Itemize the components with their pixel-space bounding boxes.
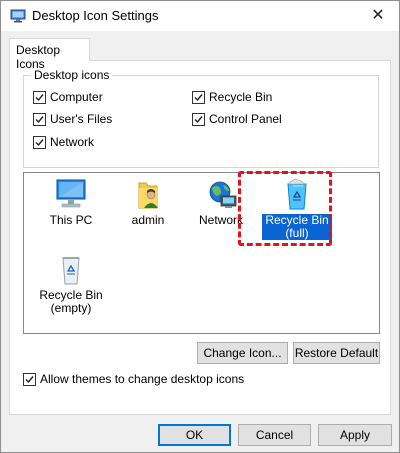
checkmark-icon xyxy=(194,93,203,101)
checkbox-control-panel[interactable]: Control Panel xyxy=(192,111,282,127)
checkbox-users-files[interactable]: User's Files xyxy=(33,111,112,127)
icon-label: This PC xyxy=(49,213,93,227)
checkmark-icon xyxy=(35,138,44,146)
user-folder-icon xyxy=(138,182,158,209)
tab-panel: Desktop icons Computer Recycle Bin User'… xyxy=(9,60,391,415)
tab-desktop-icons[interactable]: Desktop Icons xyxy=(9,38,90,71)
window-title: Desktop Icon Settings xyxy=(32,8,159,23)
checkmark-icon xyxy=(25,375,34,383)
apply-button[interactable]: Apply xyxy=(318,424,392,446)
checkbox-label: Recycle Bin xyxy=(209,90,273,104)
checkbox-network[interactable]: Network xyxy=(33,134,94,150)
checkbox-box[interactable] xyxy=(33,135,46,149)
checkbox-label: Computer xyxy=(50,90,103,104)
icon-label: Recycle Bin (empty) xyxy=(31,289,111,315)
checkbox-label: User's Files xyxy=(50,112,113,126)
checkbox-label: Allow themes to change desktop icons xyxy=(40,372,245,386)
cancel-button[interactable]: Cancel xyxy=(238,424,311,446)
close-icon: ✕ xyxy=(371,7,385,24)
icon-label: admin xyxy=(131,213,165,227)
restore-default-button[interactable]: Restore Default xyxy=(293,342,380,364)
dialog-window: Desktop Icon Settings ✕ Desktop Icons De… xyxy=(0,0,400,453)
computer-icon xyxy=(56,179,86,208)
checkmark-icon xyxy=(194,115,203,123)
highlight-annotation xyxy=(238,171,332,246)
desktop-settings-icon xyxy=(10,9,26,23)
checkbox-label: Network xyxy=(50,135,95,149)
close-button[interactable]: ✕ xyxy=(357,1,399,31)
checkbox-computer[interactable]: Computer xyxy=(33,89,103,105)
checkbox-box[interactable] xyxy=(192,112,205,126)
icon-item-this-pc[interactable]: This PC xyxy=(31,178,111,227)
checkbox-box[interactable] xyxy=(23,372,36,386)
checkbox-recycle-bin[interactable]: Recycle Bin xyxy=(192,89,272,105)
checkbox-box[interactable] xyxy=(192,90,205,104)
title-bar[interactable]: Desktop Icon Settings ✕ xyxy=(1,1,399,31)
checkmark-icon xyxy=(35,115,44,123)
checkbox-label: Control Panel xyxy=(209,112,282,126)
checkmark-icon xyxy=(35,93,44,101)
network-icon xyxy=(209,181,237,208)
checkbox-box[interactable] xyxy=(33,112,46,126)
recycle-bin-empty-icon xyxy=(62,257,80,285)
icon-item-recycle-bin-empty[interactable]: Recycle Bin (empty) xyxy=(31,253,111,315)
icon-label-line2: (empty) xyxy=(50,301,92,315)
change-icon-button[interactable]: Change Icon... xyxy=(197,342,288,364)
desktop-icons-group: Desktop icons Computer Recycle Bin User'… xyxy=(23,68,379,168)
checkbox-allow-themes[interactable]: Allow themes to change desktop icons xyxy=(23,371,244,387)
ok-button[interactable]: OK xyxy=(158,424,231,446)
icon-label-line1: Recycle Bin xyxy=(39,288,103,302)
icon-item-admin[interactable]: admin xyxy=(108,178,188,227)
checkbox-box[interactable] xyxy=(33,90,46,104)
